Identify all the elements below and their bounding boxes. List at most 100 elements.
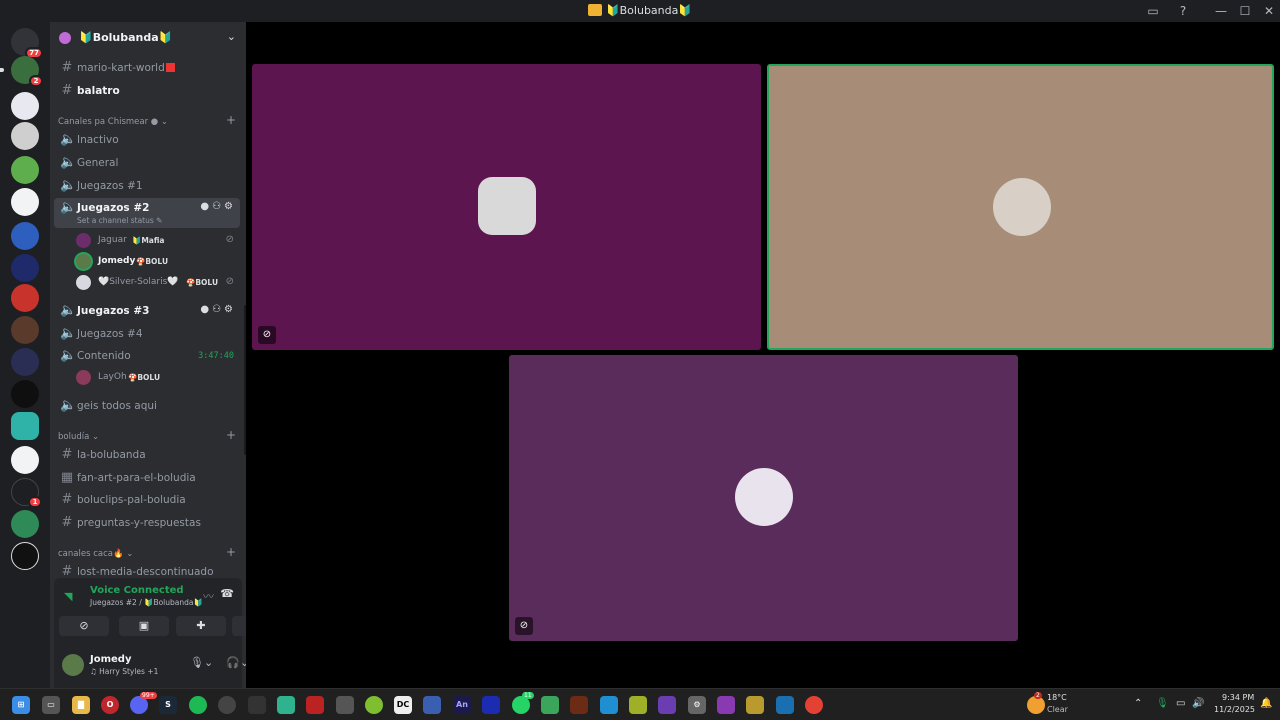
voice-user[interactable]: LayOh 🍄BOLU xyxy=(76,369,240,387)
avatar[interactable] xyxy=(62,654,84,676)
invite-icon[interactable]: ⚇ xyxy=(212,201,224,212)
channel-preguntas[interactable]: # preguntas-y-respuestas xyxy=(54,513,240,533)
start-icon[interactable]: ⊞ xyxy=(12,696,30,714)
weather-temperature[interactable]: 18°C xyxy=(1047,693,1067,702)
microphone-icon[interactable]: 🎙 xyxy=(1156,698,1169,709)
voice-location[interactable]: Juegazos #2 / 🔰Bolubanda🔰 xyxy=(90,598,203,607)
clock-date[interactable]: 11/2/2025 xyxy=(1214,705,1255,714)
app-icon[interactable] xyxy=(570,696,588,714)
channel-actions[interactable]: ●⚇⚙ xyxy=(200,201,236,212)
gear-icon[interactable]: ⚙ xyxy=(224,304,236,315)
camera-button[interactable]: ⊘ xyxy=(59,616,109,636)
app-icon[interactable] xyxy=(541,696,559,714)
close-button[interactable]: ✕ xyxy=(1258,2,1280,20)
voice-channel-contenido[interactable]: 🔈 Contenido 3:47:40 xyxy=(54,346,240,366)
participant-tile[interactable]: ⊘ xyxy=(509,355,1018,641)
help-icon[interactable]: ? xyxy=(1172,2,1194,20)
add-channel-icon[interactable]: + xyxy=(226,545,236,559)
server-icon[interactable]: 1 xyxy=(11,478,42,508)
disconnect-icon[interactable]: ☎ xyxy=(220,587,234,600)
chevron-down-icon[interactable]: ⌄ xyxy=(204,656,213,669)
server-icon[interactable] xyxy=(11,156,39,184)
opera-icon[interactable]: O xyxy=(101,696,119,714)
settings-icon[interactable]: ⚙ xyxy=(688,696,706,714)
app-icon[interactable] xyxy=(658,696,676,714)
voice-channel-juegazos-1[interactable]: 🔈 Juegazos #1 xyxy=(54,176,240,196)
category-chismear[interactable]: Canales pa Chismear ● ⌄ xyxy=(58,117,168,127)
voice-user[interactable]: Jomedy 🍄BOLU xyxy=(76,253,240,271)
app-icon[interactable] xyxy=(629,696,647,714)
chrome-icon[interactable] xyxy=(805,696,823,714)
screen-share-button[interactable]: ▣ xyxy=(119,616,169,636)
clock-time[interactable]: 9:34 PM xyxy=(1222,693,1254,702)
server-icon[interactable] xyxy=(11,188,39,216)
file-explorer-icon[interactable]: ▇ xyxy=(72,696,90,714)
microphone-icon[interactable]: 🎙 xyxy=(190,656,204,669)
channel-balatro[interactable]: # balatro xyxy=(54,81,240,101)
channel-actions[interactable]: ●⚇⚙ xyxy=(200,304,236,315)
add-channel-icon[interactable]: + xyxy=(226,113,236,127)
chat-icon[interactable]: ● xyxy=(200,304,212,315)
chevron-up-icon[interactable]: ⌃ xyxy=(1134,698,1142,709)
category-boludia[interactable]: boludía ⌄ xyxy=(58,432,99,442)
voice-channel-inactivo[interactable]: 🔈 Inactivo xyxy=(54,130,240,150)
notifications-icon[interactable]: 🔔 xyxy=(1260,698,1272,709)
server-icon[interactable] xyxy=(11,92,39,120)
network-icon[interactable]: ▭ xyxy=(1176,698,1185,709)
channel-status[interactable]: Set a channel status ✎ xyxy=(77,216,162,225)
app-icon[interactable] xyxy=(248,696,266,714)
voice-channel-juegazos-3[interactable]: 🔈 Juegazos #3 ●⚇⚙ xyxy=(54,301,240,321)
server-icon[interactable] xyxy=(11,446,39,474)
headphones-icon[interactable]: 🎧 xyxy=(226,656,240,669)
voice-channel-geis[interactable]: 🔈 geis todos aqui xyxy=(54,396,240,416)
channel-boluclips[interactable]: # boluclips-pal-boludia xyxy=(54,490,240,510)
volume-icon[interactable]: 🔊 xyxy=(1192,698,1204,709)
steam-icon[interactable]: S xyxy=(159,696,177,714)
server-icon[interactable] xyxy=(11,222,39,250)
server-icon[interactable] xyxy=(11,380,39,408)
app-icon[interactable] xyxy=(746,696,764,714)
invite-icon[interactable]: ⚇ xyxy=(212,304,224,315)
server-icon[interactable] xyxy=(11,254,39,282)
voice-channel-juegazos-2[interactable]: 🔈 Juegazos #2 Set a channel status ✎ ●⚇⚙ xyxy=(54,198,240,228)
app-icon[interactable] xyxy=(423,696,441,714)
app-icon[interactable] xyxy=(277,696,295,714)
server-icon[interactable]: 2 xyxy=(11,56,43,87)
app-icon[interactable] xyxy=(482,696,500,714)
channel-la-bolubanda[interactable]: # la-bolubanda xyxy=(54,445,240,465)
app-icon[interactable] xyxy=(306,696,324,714)
username[interactable]: Jomedy xyxy=(90,654,131,665)
voice-channel-general[interactable]: 🔈 General xyxy=(54,153,240,173)
app-icon[interactable] xyxy=(218,696,236,714)
category-caca[interactable]: canales caca🔥 ⌄ xyxy=(58,549,133,559)
app-icon[interactable] xyxy=(717,696,735,714)
server-icon[interactable] xyxy=(11,542,39,570)
app-icon[interactable] xyxy=(600,696,618,714)
spotify-icon[interactable] xyxy=(189,696,207,714)
server-icon[interactable] xyxy=(11,510,39,538)
activities-button[interactable]: ✚ xyxy=(176,616,226,636)
direct-messages-icon[interactable]: 77 xyxy=(11,28,43,59)
gear-icon[interactable]: ⚙ xyxy=(224,201,236,212)
channel-fan-art[interactable]: ▦ fan-art-para-el-boludia xyxy=(54,468,240,488)
server-icon[interactable] xyxy=(11,348,39,376)
noise-suppression-icon[interactable]: 〰 xyxy=(203,588,214,604)
server-icon[interactable] xyxy=(11,316,39,344)
server-icon[interactable] xyxy=(11,284,39,312)
chat-icon[interactable]: ● xyxy=(200,201,212,212)
guild-header[interactable]: 🔰Bolubanda🔰 ⌄ xyxy=(50,22,246,54)
participant-tile-speaking[interactable] xyxy=(767,64,1274,350)
chevron-down-icon[interactable]: ⌄ xyxy=(227,30,236,43)
inbox-icon[interactable]: ▭ xyxy=(1142,2,1164,20)
add-channel-icon[interactable]: + xyxy=(226,428,236,442)
channel-mario-kart-world[interactable]: # mario-kart-world xyxy=(54,58,240,78)
app-icon[interactable] xyxy=(365,696,383,714)
weather-condition[interactable]: Clear xyxy=(1047,705,1068,714)
voice-user[interactable]: Jaguar 🔰Mafia ⊘ xyxy=(76,232,240,250)
minimize-button[interactable]: — xyxy=(1210,2,1232,20)
voice-status[interactable]: Voice Connected xyxy=(90,585,184,596)
server-icon[interactable] xyxy=(11,122,39,150)
participant-tile[interactable]: ⊘ xyxy=(252,64,761,350)
animate-icon[interactable]: An xyxy=(453,696,471,714)
task-view-icon[interactable]: ▭ xyxy=(42,696,60,714)
